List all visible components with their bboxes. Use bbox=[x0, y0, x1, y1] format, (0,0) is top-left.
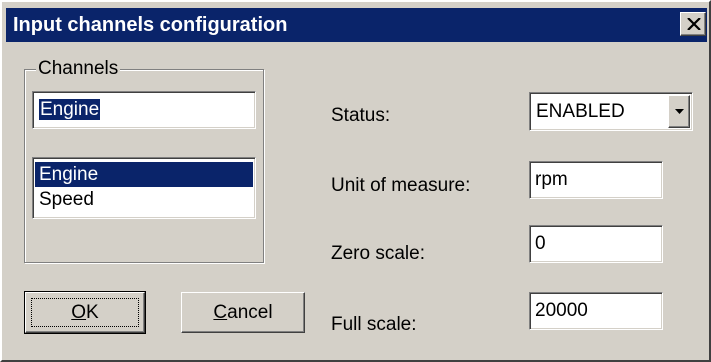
list-item-engine[interactable]: Engine bbox=[35, 162, 253, 187]
cancel-button[interactable]: Cancel bbox=[181, 292, 305, 333]
channels-group-label: Channels bbox=[36, 58, 121, 80]
unit-value: rpm bbox=[535, 169, 568, 190]
zero-scale-value: 0 bbox=[535, 233, 546, 254]
title-bar[interactable]: Input channels configuration bbox=[6, 8, 707, 42]
full-scale-value: 20000 bbox=[535, 300, 588, 321]
unit-field[interactable]: rpm bbox=[529, 161, 663, 199]
full-scale-label: Full scale: bbox=[331, 314, 417, 335]
cancel-label-rest: ancel bbox=[227, 302, 273, 323]
status-label: Status: bbox=[331, 105, 391, 126]
ok-button-face: OK bbox=[25, 292, 145, 333]
status-select[interactable]: ENABLED bbox=[529, 92, 693, 131]
cancel-button-label: Cancel bbox=[182, 302, 304, 324]
ok-mnemonic: O bbox=[71, 302, 87, 323]
ok-button-label: OK bbox=[26, 302, 144, 324]
status-dropdown-button[interactable] bbox=[668, 95, 690, 128]
status-value: ENABLED bbox=[536, 101, 625, 122]
unit-label: Unit of measure: bbox=[331, 175, 471, 196]
channel-list[interactable]: Engine Speed bbox=[32, 157, 256, 219]
chevron-down-icon bbox=[675, 109, 684, 114]
full-scale-field[interactable]: 20000 bbox=[529, 292, 663, 330]
zero-scale-field[interactable]: 0 bbox=[529, 225, 663, 263]
zero-scale-label: Zero scale: bbox=[331, 243, 425, 264]
ok-button[interactable]: OK bbox=[24, 291, 146, 334]
window-title: Input channels configuration bbox=[13, 14, 288, 36]
close-button[interactable] bbox=[680, 12, 706, 36]
cancel-mnemonic: C bbox=[213, 302, 228, 323]
list-item-speed[interactable]: Speed bbox=[35, 187, 253, 212]
channel-name-value: Engine bbox=[39, 99, 101, 120]
channel-name-input[interactable]: Engine bbox=[32, 91, 256, 129]
ok-label-rest: K bbox=[86, 302, 99, 323]
close-icon bbox=[687, 18, 701, 30]
